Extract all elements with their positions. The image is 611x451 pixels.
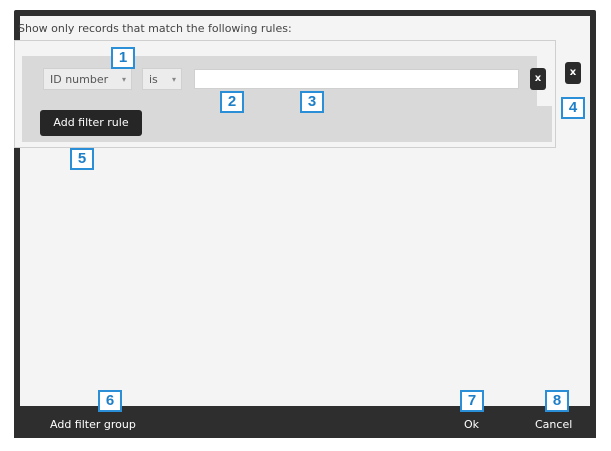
remove-group-button[interactable]: x	[565, 62, 581, 84]
callout-badge: 1	[111, 47, 135, 69]
callout-badge: 8	[545, 390, 569, 412]
field-select[interactable]: ID number ▾	[43, 68, 132, 90]
chevron-down-icon: ▾	[171, 75, 176, 84]
operator-select[interactable]: is ▾	[142, 68, 182, 90]
cancel-button[interactable]: Cancel	[535, 418, 572, 431]
ok-button[interactable]: Ok	[464, 418, 479, 431]
callout-badge: 4	[561, 97, 585, 119]
callout-badge: 7	[460, 390, 484, 412]
remove-rule-button[interactable]: x	[530, 68, 546, 90]
callout-badge: 3	[300, 91, 324, 113]
callout-badge: 6	[98, 390, 122, 412]
chevron-down-icon: ▾	[121, 75, 126, 84]
operator-select-value: is	[149, 73, 158, 86]
callout-badge: 2	[220, 91, 244, 113]
rule-value-input[interactable]	[194, 69, 519, 89]
callout-badge: 5	[70, 148, 94, 170]
field-select-value: ID number	[50, 73, 109, 86]
intro-text: Show only records that match the followi…	[18, 22, 292, 35]
add-filter-rule-button[interactable]: Add filter rule	[40, 110, 142, 136]
add-filter-group-button[interactable]: Add filter group	[50, 418, 136, 431]
